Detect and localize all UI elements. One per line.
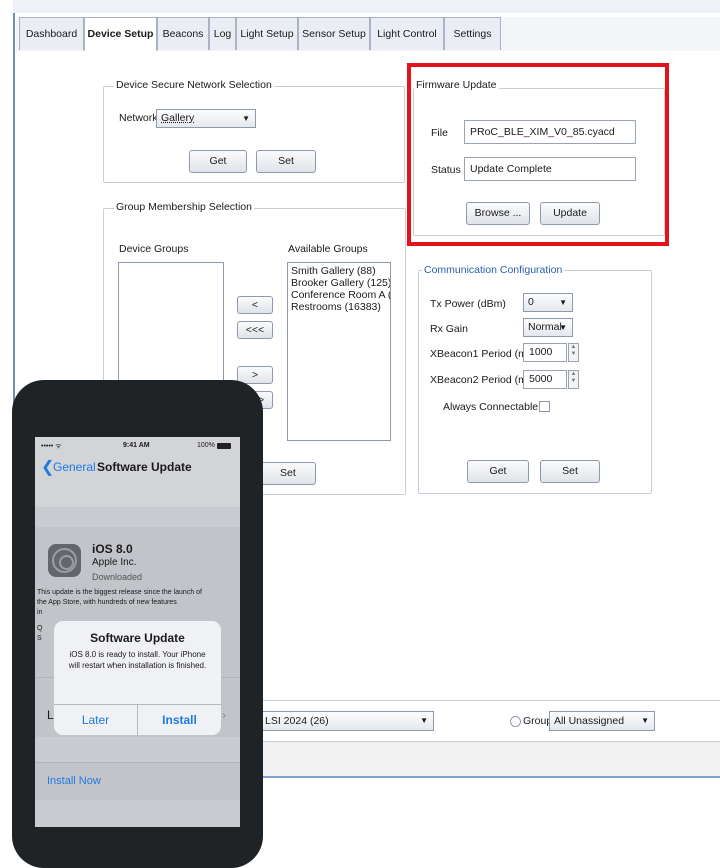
section-spacer xyxy=(35,800,240,827)
move-all-left-button[interactable]: <<< xyxy=(237,321,273,339)
device-groups-label: Device Groups xyxy=(119,243,189,255)
xbeacon2-field[interactable]: 5000 xyxy=(523,370,567,389)
chevron-down-icon: ▼ xyxy=(559,323,567,332)
group-set-button[interactable]: Set xyxy=(256,462,316,485)
list-item[interactable]: Smith Gallery (88) xyxy=(291,265,387,277)
tab-sensor-setup[interactable]: Sensor Setup xyxy=(298,17,370,50)
nav-title: Software Update xyxy=(97,460,192,474)
install-button[interactable]: Install xyxy=(138,713,221,727)
communication-config-title: Communication Configuration xyxy=(422,264,565,276)
window-top-strip xyxy=(13,0,720,13)
xbeacon1-spinner[interactable]: ▲ ▼ xyxy=(568,343,579,362)
ios-version: iOS 8.0 xyxy=(92,542,133,556)
later-button[interactable]: Later xyxy=(54,713,137,727)
tab-light-control[interactable]: Light Control xyxy=(370,17,444,50)
group-radio-label: Group xyxy=(523,715,553,727)
xbeacon1-label: XBeacon1 Period (ms) xyxy=(430,348,536,360)
description-line: S xyxy=(37,635,42,642)
group-select[interactable]: All Unassigned ▼ xyxy=(549,711,655,731)
network-label: Network xyxy=(119,112,158,124)
chevron-down-icon: ▼ xyxy=(641,716,649,725)
available-groups-list[interactable]: Smith Gallery (88) Brooker Gallery (125)… xyxy=(287,262,391,441)
tx-power-select[interactable]: 0 ▼ xyxy=(523,293,573,312)
download-status: Downloaded xyxy=(92,572,143,582)
section-spacer xyxy=(35,507,240,527)
comm-set-button[interactable]: Set xyxy=(540,460,600,483)
description-line: This update is the biggest release since… xyxy=(37,589,202,596)
highlight-frame xyxy=(407,63,669,246)
group-membership-title: Group Membership Selection xyxy=(114,201,254,213)
tx-power-label: Tx Power (dBm) xyxy=(430,298,506,310)
rx-gain-label: Rx Gain xyxy=(430,323,468,335)
network-select[interactable]: Gallery ▼ xyxy=(156,109,256,128)
always-connectable-label: Always Connectable xyxy=(443,401,539,413)
device-select-value: LSI 2024 (26) xyxy=(265,715,329,727)
move-left-button[interactable]: < xyxy=(237,296,273,314)
tab-log[interactable]: Log xyxy=(209,17,236,50)
battery-icon xyxy=(217,443,231,449)
list-item[interactable]: Restrooms (16383) xyxy=(291,301,387,313)
back-button[interactable]: General xyxy=(53,460,96,474)
chevron-down-icon: ▼ xyxy=(420,716,428,725)
tab-settings[interactable]: Settings xyxy=(444,17,501,50)
tx-power-value: 0 xyxy=(528,296,534,308)
network-select-value: Gallery xyxy=(161,112,195,124)
row-letter: L xyxy=(47,708,54,722)
device-select[interactable]: LSI 2024 (26) ▼ xyxy=(240,711,434,731)
tab-beacons[interactable]: Beacons xyxy=(157,17,209,50)
tab-bar: Dashboard Device Setup Beacons Log Light… xyxy=(16,17,720,52)
tab-device-setup[interactable]: Device Setup xyxy=(84,17,157,52)
description-line: the App Store, with hundreds of new feat… xyxy=(37,599,177,606)
ios-nav-bar: ❮ General Software Update xyxy=(35,455,240,508)
gear-hub xyxy=(59,555,74,570)
rx-gain-select[interactable]: Normal ▼ xyxy=(523,318,573,337)
always-connectable-checkbox[interactable] xyxy=(539,401,550,412)
chevron-down-icon: ▼ xyxy=(242,114,250,123)
phone-screen: ••••• ᯤ 9:41 AM 100% ❮ General Software … xyxy=(35,437,240,827)
group-select-value: All Unassigned xyxy=(554,715,625,727)
install-now-link[interactable]: Install Now xyxy=(47,775,101,787)
alert-button-divider xyxy=(137,704,138,735)
list-item[interactable]: Conference Room A (219) xyxy=(291,289,390,301)
list-item[interactable]: Brooker Gallery (125) xyxy=(291,277,390,289)
xbeacon2-label: XBeacon2 Period (ms) xyxy=(430,374,536,386)
chevron-down-icon: ▼ xyxy=(559,298,567,307)
settings-gear-icon xyxy=(48,544,81,577)
network-group-title: Device Secure Network Selection xyxy=(114,79,274,91)
vendor-name: Apple Inc. xyxy=(92,557,137,568)
clock-text: 9:41 AM xyxy=(123,442,150,449)
comm-get-button[interactable]: Get xyxy=(467,460,529,483)
battery-text: 100% xyxy=(197,442,215,449)
group-radio[interactable] xyxy=(510,716,521,727)
available-groups-label: Available Groups xyxy=(288,243,368,255)
tab-light-setup[interactable]: Light Setup xyxy=(236,17,298,50)
alert-title: Software Update xyxy=(90,631,185,645)
section-spacer xyxy=(35,737,240,762)
description-line: Q xyxy=(37,625,43,632)
alert-message: will restart when installation is finish… xyxy=(68,661,207,670)
network-set-button[interactable]: Set xyxy=(256,150,316,173)
signal-icon: ••••• ᯤ xyxy=(41,443,62,450)
description-line: in xyxy=(37,609,43,616)
xbeacon1-field[interactable]: 1000 xyxy=(523,343,567,362)
ios-status-bar: ••••• ᯤ 9:41 AM 100% xyxy=(35,437,240,455)
alert-message: iOS 8.0 is ready to install. Your iPhone xyxy=(69,650,206,659)
network-get-button[interactable]: Get xyxy=(189,150,247,173)
network-selection-group xyxy=(103,86,405,183)
xbeacon2-spinner[interactable]: ▲ ▼ xyxy=(568,370,579,389)
rx-gain-value: Normal xyxy=(528,321,562,333)
install-now-row[interactable]: Install Now xyxy=(35,762,240,802)
tab-dashboard[interactable]: Dashboard xyxy=(19,17,84,50)
chevron-right-icon: › xyxy=(222,708,226,722)
